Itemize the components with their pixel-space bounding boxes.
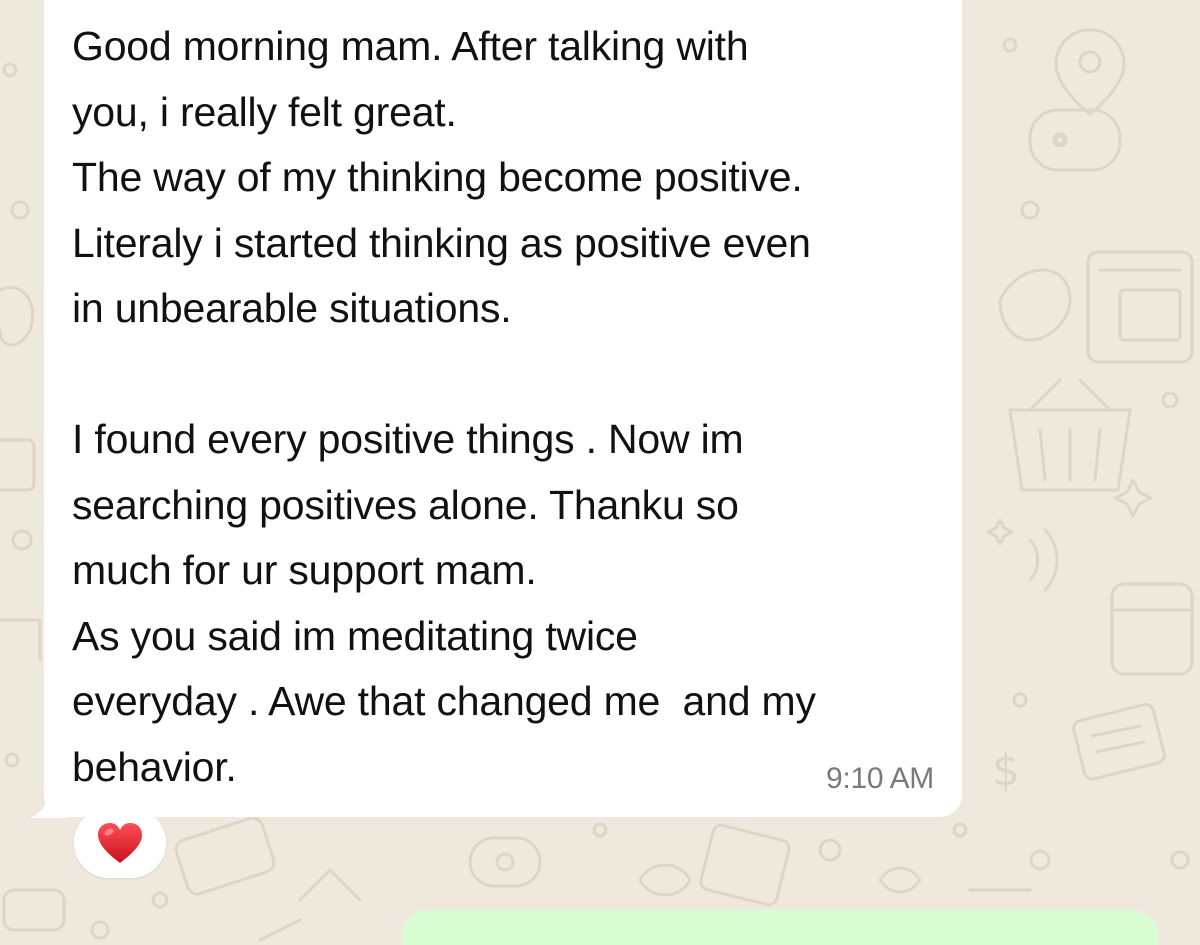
message-timestamp: 9:10 AM [826,762,934,795]
incoming-bubble-tail [30,788,66,818]
reaction-badge[interactable] [74,808,166,878]
svg-text:$: $ [992,745,1020,796]
red-heart-icon [98,823,142,863]
incoming-message-text: Good morning mam. After talking with you… [72,23,816,790]
outgoing-message-bubble[interactable] [402,910,1158,945]
